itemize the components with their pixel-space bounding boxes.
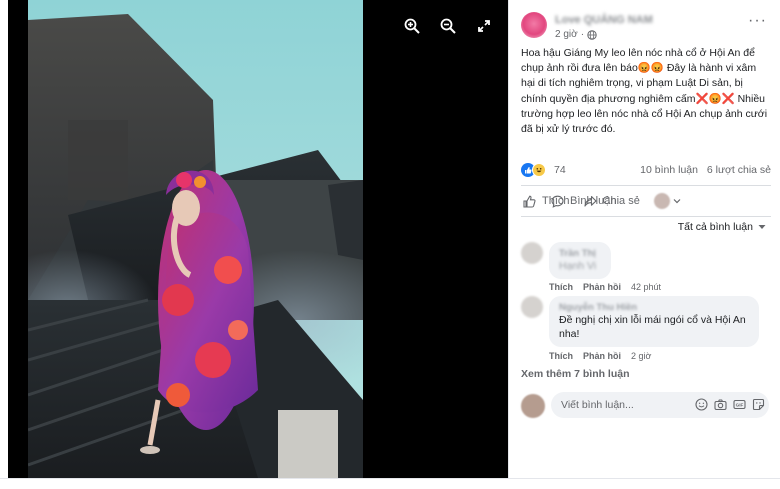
see-more-comments[interactable]: Xem thêm 7 bình luận	[521, 368, 630, 380]
comment-text: Hạnh Vi	[559, 260, 597, 272]
haha-reaction-icon	[532, 163, 546, 177]
divider	[0, 478, 780, 479]
fullscreen-icon[interactable]	[474, 16, 494, 36]
zoom-out-icon[interactable]	[438, 16, 458, 36]
chevron-down-icon	[758, 225, 766, 229]
chevron-down-icon	[673, 199, 681, 204]
thumbs-up-icon	[523, 195, 536, 208]
comment-composer: GIF	[521, 392, 771, 420]
comment-reply-button[interactable]: Phản hồi	[583, 282, 621, 292]
comment-bubble: Trần Thị Hạnh Vi	[549, 242, 611, 279]
page-name[interactable]: Love QUẢNG NAM	[555, 14, 653, 26]
reaction-count[interactable]: 74	[554, 164, 566, 176]
post-panel: Love QUẢNG NAM 2 giờ · ··· Hoa hậu Giáng…	[508, 0, 774, 478]
comment-like-button[interactable]: Thích	[549, 282, 573, 292]
comments-filter-label: Tất cả bình luận	[677, 221, 753, 233]
photo-viewer	[8, 0, 508, 478]
comment-time[interactable]: 42 phút	[631, 282, 661, 292]
more-options-icon[interactable]: ···	[748, 13, 767, 29]
comment-reply-button[interactable]: Phản hồi	[583, 351, 621, 361]
emoji-icon[interactable]	[695, 398, 708, 411]
comment-bubble: Nguyễn Thu Hiền Đề nghị chị xin lỗi mái …	[549, 296, 759, 347]
user-avatar[interactable]	[521, 394, 545, 418]
post-photo[interactable]	[28, 0, 363, 478]
reaction-icons[interactable]	[521, 163, 546, 177]
page-avatar[interactable]	[521, 12, 547, 38]
post-as-selector[interactable]	[653, 193, 681, 209]
comment-button[interactable]: Bình luận	[551, 195, 616, 208]
comment-time[interactable]: 2 giờ	[631, 351, 651, 361]
comment-count[interactable]: 10 bình luận	[640, 164, 698, 176]
commenter-name[interactable]: Trần Thị	[559, 248, 601, 259]
gif-icon[interactable]: GIF	[733, 398, 746, 411]
commenter-avatar[interactable]	[521, 242, 543, 264]
facebook-photo-viewer: Love QUẢNG NAM 2 giờ · ··· Hoa hậu Giáng…	[0, 0, 780, 489]
share-count[interactable]: 6 lượt chia sẻ	[707, 164, 771, 176]
camera-icon[interactable]	[714, 398, 727, 411]
zoom-in-icon[interactable]	[402, 16, 422, 36]
post-meta: 2 giờ ·	[555, 29, 597, 40]
comments-filter[interactable]: Tất cả bình luận	[678, 221, 766, 233]
comment-icon	[551, 195, 564, 208]
post-time[interactable]: 2 giờ	[555, 29, 578, 40]
user-avatar	[653, 193, 670, 209]
comment-label: Bình luận	[570, 195, 617, 207]
comment-actions: Thích Phản hồi 2 giờ	[549, 351, 651, 361]
post-stats: 74 10 bình luận 6 lượt chia sẻ	[521, 162, 771, 180]
comment-actions: Thích Phản hồi 42 phút	[549, 282, 661, 292]
commenter-avatar[interactable]	[521, 296, 543, 318]
commenter-name[interactable]: Nguyễn Thu Hiền	[559, 302, 749, 313]
post-header: Love QUẢNG NAM 2 giờ · ···	[521, 10, 767, 42]
comment-text: Đề nghị chị xin lỗi mái ngói cổ và Hội A…	[559, 314, 746, 340]
post-text: Hoa hậu Giáng My leo lên nóc nhà cổ ở Hộ…	[521, 47, 768, 136]
comment-like-button[interactable]: Thích	[549, 351, 573, 361]
globe-icon	[587, 29, 597, 40]
action-bar: Thích Bình luận Chia sẻ	[521, 185, 771, 217]
sticker-icon[interactable]	[752, 398, 765, 411]
svg-text:GIF: GIF	[736, 403, 744, 408]
